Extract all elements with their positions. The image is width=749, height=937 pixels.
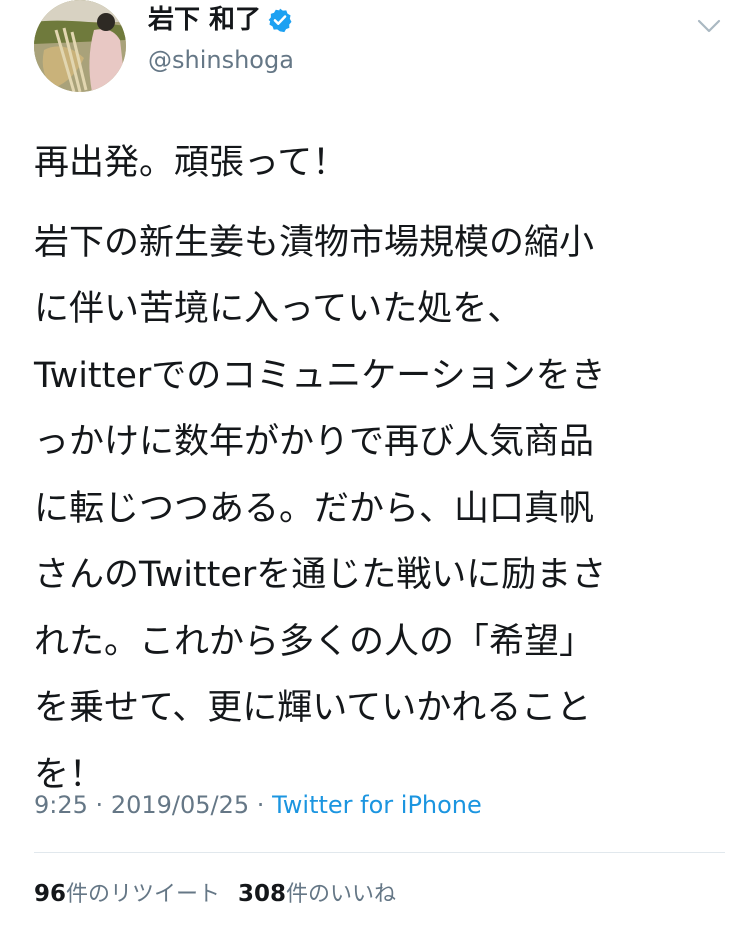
likes-count: 308	[238, 881, 287, 907]
meta-separator: ·	[256, 791, 265, 819]
tweet-date[interactable]: 2019/05/25	[111, 791, 249, 819]
display-name[interactable]: 岩下 和了	[148, 3, 261, 37]
tweet-stats: 96件のリツイート 308件のいいね	[34, 877, 396, 912]
display-name-row[interactable]: 岩下 和了	[148, 3, 294, 37]
retweets-count: 96	[34, 881, 67, 907]
avatar-photo	[34, 0, 126, 92]
tweet-text: 再出発。頑張って！ 岩下の新生姜も漬物市場規模の縮小 に伴い苦境に入っていた処を…	[34, 130, 724, 808]
chevron-down-icon[interactable]	[697, 18, 721, 34]
retweets-label: 件のリツイート	[66, 882, 221, 907]
tweet-meta: 9:25 · 2019/05/25 · Twitter for iPhone	[34, 786, 482, 824]
avatar[interactable]	[34, 0, 126, 92]
user-handle[interactable]: @shinshoga	[148, 43, 294, 77]
likes-stat[interactable]: 308件のいいね	[238, 881, 397, 907]
tweet-source-link[interactable]: Twitter for iPhone	[272, 791, 482, 819]
verified-badge-icon	[268, 8, 292, 33]
tweet-header: 岩下 和了 @shinshoga	[0, 0, 749, 100]
tweet-paragraph: 再出発。頑張って！	[34, 143, 348, 183]
divider	[34, 852, 725, 853]
meta-separator: ·	[95, 791, 104, 819]
tweet-time[interactable]: 9:25	[34, 791, 88, 819]
user-block: 岩下 和了 @shinshoga	[148, 3, 294, 77]
tweet-paragraph: 岩下の新生姜も漬物市場規模の縮小 に伴い苦境に入っていた処を、 Twitterで…	[34, 222, 607, 795]
retweets-stat[interactable]: 96件のリツイート	[34, 881, 221, 907]
likes-label: 件のいいね	[286, 882, 397, 907]
